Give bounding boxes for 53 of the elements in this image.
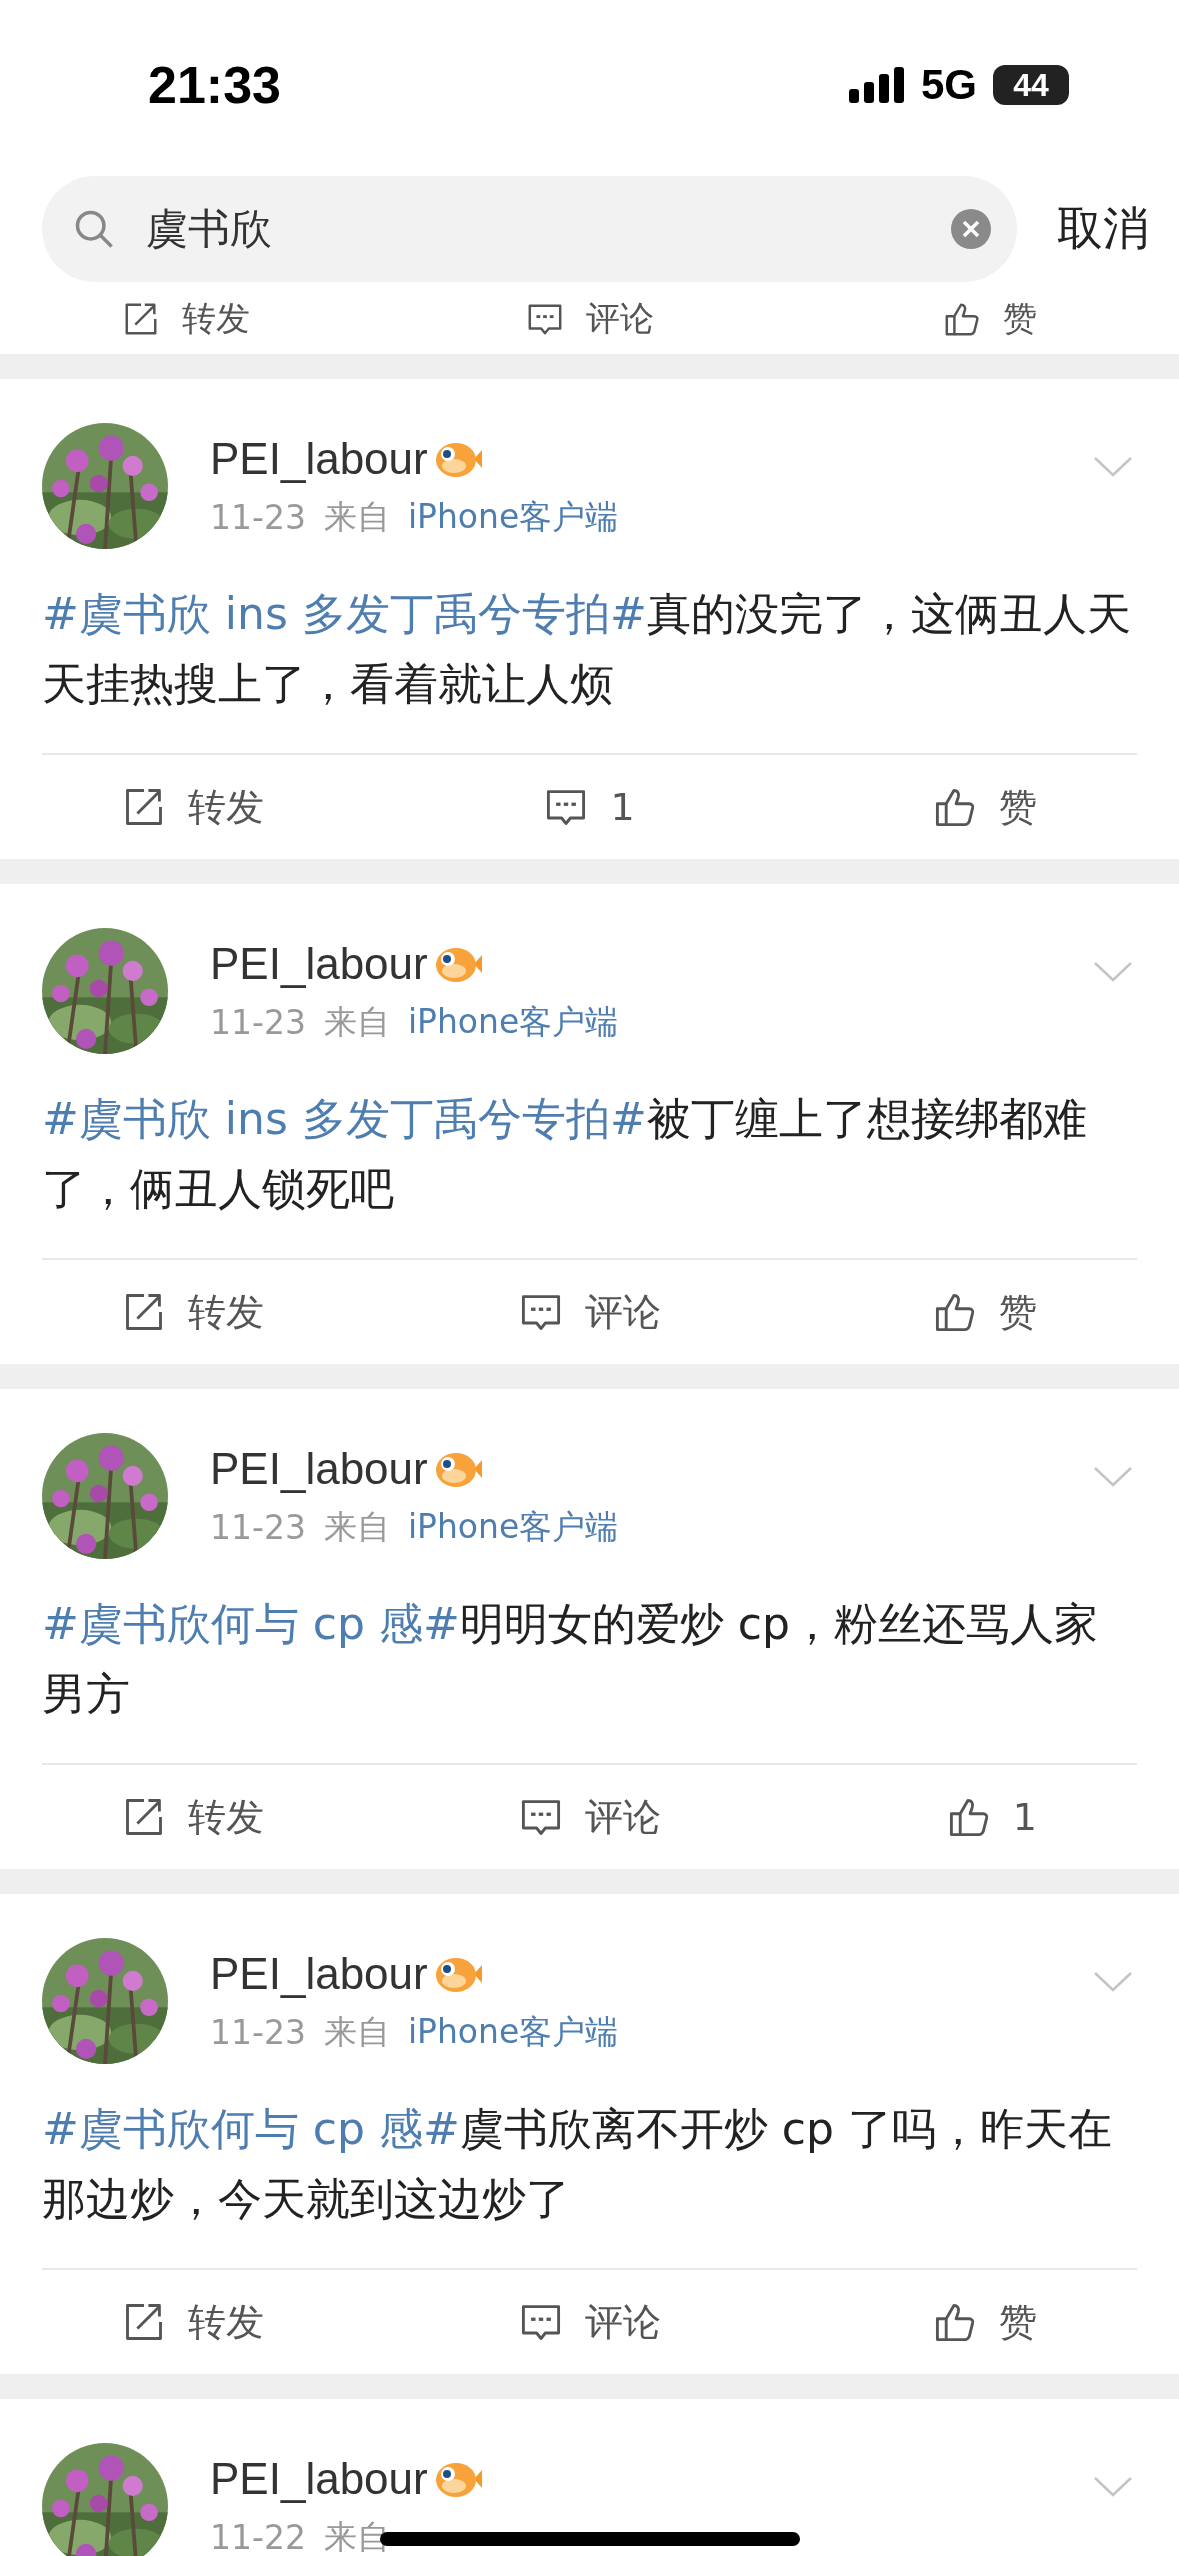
- source-link[interactable]: iPhone客户端: [407, 1000, 619, 1045]
- network-label: 5G: [920, 61, 977, 109]
- source-label: 来自: [323, 496, 390, 538]
- chevron-down-icon[interactable]: [1093, 1970, 1133, 1994]
- chevron-down-icon[interactable]: [1093, 1465, 1133, 1489]
- post-date: 11-23: [210, 1508, 306, 1547]
- repost-button[interactable]: 转发: [122, 2296, 264, 2348]
- chevron-down-icon[interactable]: [1093, 960, 1133, 984]
- like-button[interactable]: 赞: [933, 2296, 1037, 2348]
- post-text: #虞书欣 ins 多发丁禹兮专拍#真的没完了，这俩丑人天天挂热搜上了，看着就让人烦: [42, 587, 1132, 711]
- hashtag-link[interactable]: #虞书欣何与 cp 感#: [42, 2103, 460, 2154]
- search-field[interactable]: 虞书欣: [42, 176, 1017, 282]
- author-name[interactable]: PEI_labour: [210, 1949, 428, 1999]
- comment-button[interactable]: 1: [544, 785, 635, 829]
- comment-button[interactable]: 评论: [525, 296, 654, 342]
- battery-indicator: 44: [993, 65, 1069, 105]
- like-button[interactable]: 1: [946, 1795, 1037, 1839]
- source-label: 来自: [323, 1506, 390, 1548]
- post-date: 11-23: [210, 498, 306, 537]
- author-name[interactable]: PEI_labour: [210, 434, 428, 484]
- repost-button[interactable]: 转发: [122, 1791, 264, 1843]
- repost-button[interactable]: 转发: [122, 781, 264, 833]
- hashtag-link[interactable]: #虞书欣 ins 多发丁禹兮专拍#: [42, 588, 647, 639]
- hashtag-link[interactable]: #虞书欣 ins 多发丁禹兮专拍#: [42, 1093, 647, 1144]
- author-name[interactable]: PEI_labour: [210, 1444, 428, 1494]
- like-button[interactable]: 赞: [933, 781, 1037, 833]
- clear-icon[interactable]: [951, 209, 991, 249]
- post-text: #虞书欣何与 cp 感#虞书欣离不开炒 cp 了吗，昨天在那边炒，今天就到这边炒了: [42, 2102, 1113, 2226]
- source-link[interactable]: iPhone客户端: [407, 495, 619, 540]
- source-label: 来自: [323, 1001, 390, 1043]
- hashtag-link[interactable]: #虞书欣何与 cp 感#: [42, 1598, 460, 1649]
- cancel-button[interactable]: 取消: [1057, 198, 1149, 260]
- author-name[interactable]: PEI_labour: [210, 2454, 428, 2504]
- like-button[interactable]: 赞: [943, 296, 1037, 342]
- post-date: 11-23: [210, 1003, 306, 1042]
- post-date: 11-23: [210, 2013, 306, 2052]
- repost-button[interactable]: 转发: [122, 1286, 264, 1338]
- chevron-down-icon[interactable]: [1093, 2475, 1133, 2499]
- comment-button[interactable]: 评论: [518, 1286, 661, 1338]
- source-link[interactable]: iPhone客户端: [407, 2010, 619, 2055]
- status-time: 21:33: [148, 55, 281, 115]
- source-label: 来自: [323, 2011, 390, 2053]
- post-text: #虞书欣 ins 多发丁禹兮专拍#被丁缠上了想接绑都难了，俩丑人锁死吧: [42, 1092, 1088, 1216]
- signal-icon: [848, 67, 905, 103]
- chevron-down-icon[interactable]: [1093, 455, 1133, 479]
- source-link[interactable]: iPhone客户端: [407, 1505, 619, 1550]
- comment-button[interactable]: 评论: [518, 1791, 661, 1843]
- comment-button[interactable]: 评论: [518, 2296, 661, 2348]
- like-button[interactable]: 赞: [933, 1286, 1037, 1338]
- author-name[interactable]: PEI_labour: [210, 939, 428, 989]
- repost-button[interactable]: 转发: [122, 296, 250, 342]
- post-text: #虞书欣何与 cp 感#明明女的爱炒 cp，粉丝还骂人家男方: [42, 1597, 1099, 1721]
- post-date: 11-22: [210, 2518, 306, 2556]
